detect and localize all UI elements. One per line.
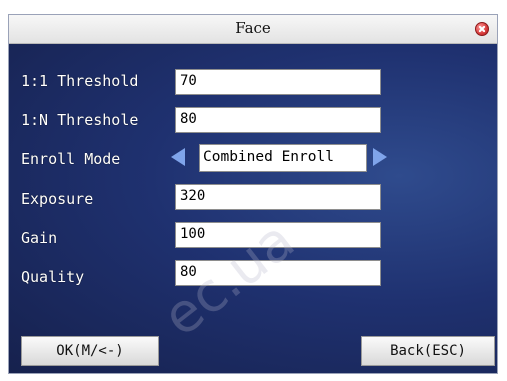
close-icon[interactable] <box>475 22 489 36</box>
quality-label: Quality <box>21 268 85 286</box>
threshold-1-n-label: 1:N Threshole <box>21 111 139 129</box>
enroll-mode-field[interactable]: Combined Enroll <box>199 144 367 172</box>
face-settings-window: Face 1:1 Threshold 70 1:N Threshole 80 E… <box>8 14 498 374</box>
window-title: Face <box>235 19 271 37</box>
ok-button[interactable]: OK(M/<-) <box>21 336 159 366</box>
threshold-1-1-field[interactable]: 70 <box>175 69 381 95</box>
gain-field[interactable]: 100 <box>175 222 381 248</box>
back-button[interactable]: Back(ESC) <box>361 336 495 366</box>
title-bar: Face <box>9 15 497 44</box>
threshold-1-1-label: 1:1 Threshold <box>21 72 139 90</box>
settings-panel: 1:1 Threshold 70 1:N Threshole 80 Enroll… <box>9 44 497 373</box>
threshold-1-n-field[interactable]: 80 <box>175 107 381 133</box>
arrow-right-icon[interactable] <box>373 148 387 166</box>
gain-label: Gain <box>21 229 58 247</box>
exposure-field[interactable]: 320 <box>175 184 381 210</box>
exposure-label: Exposure <box>21 190 94 208</box>
quality-field[interactable]: 80 <box>175 260 381 286</box>
arrow-left-icon[interactable] <box>171 148 185 166</box>
enroll-mode-label: Enroll Mode <box>21 150 121 168</box>
